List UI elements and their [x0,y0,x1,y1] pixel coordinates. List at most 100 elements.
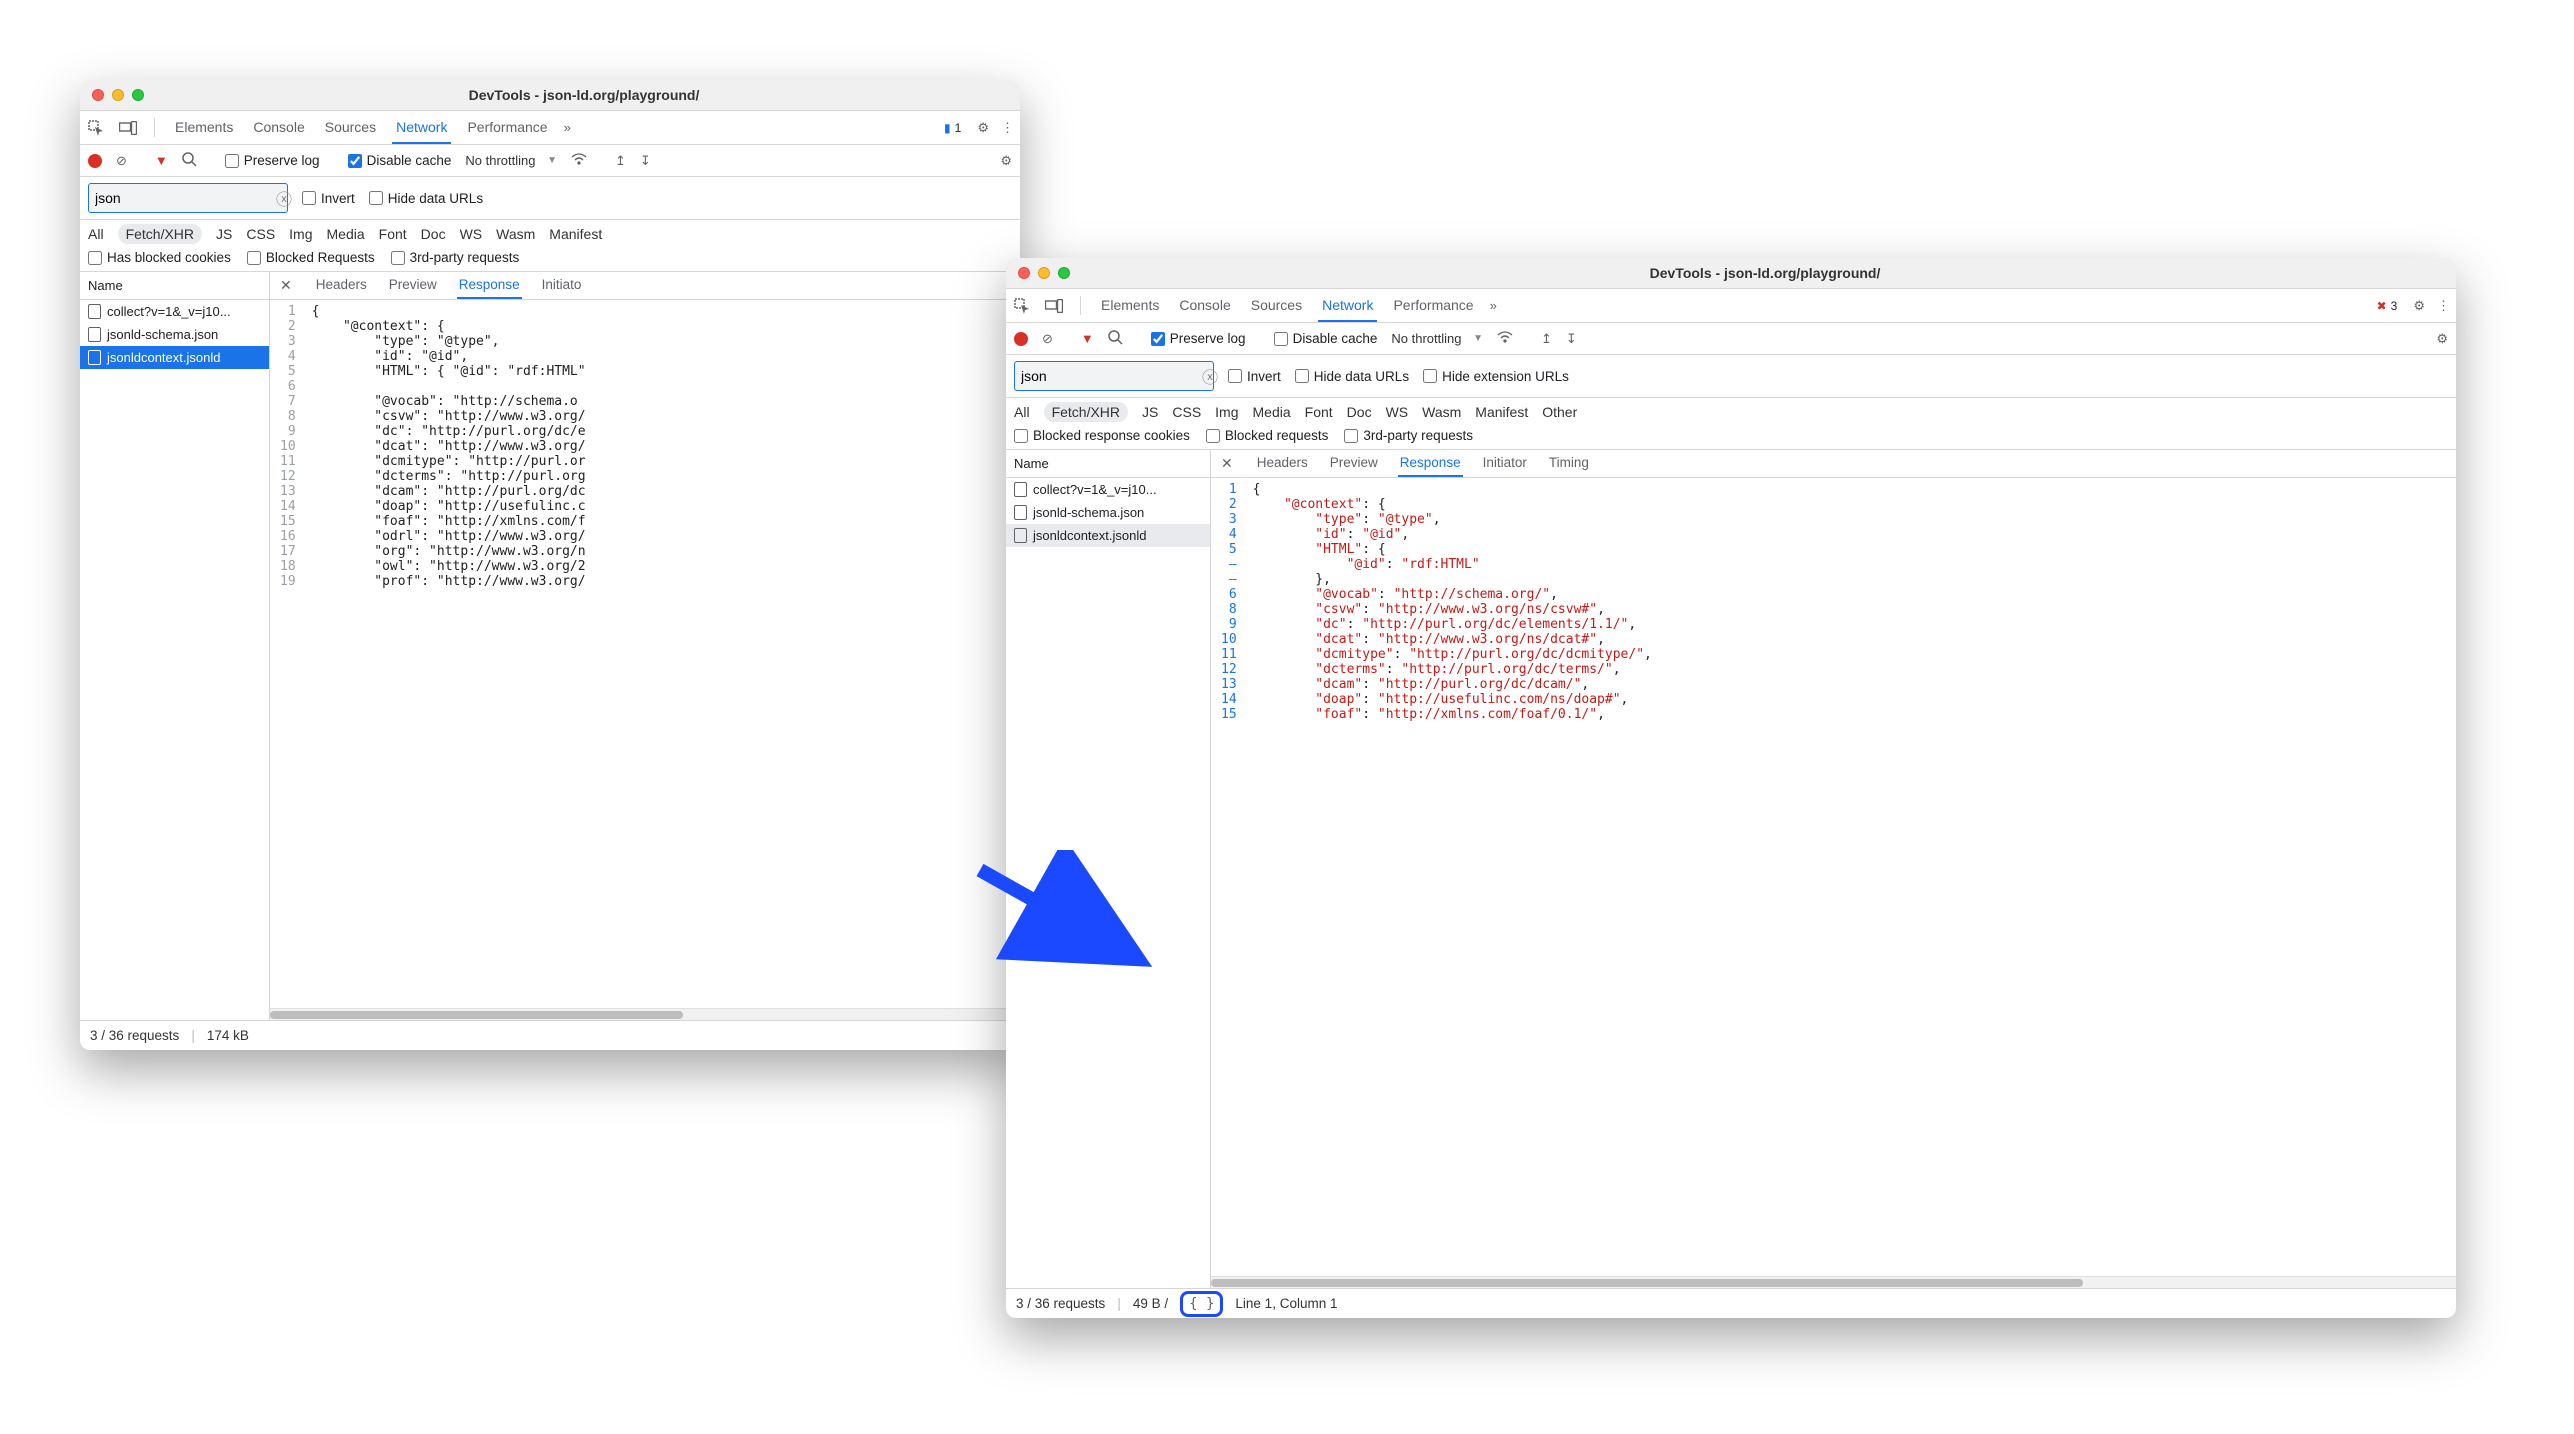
filter-input[interactable]: ⓧ [88,183,288,213]
dtab-initiator[interactable]: Initiato [540,272,584,299]
hide-data-urls-checkbox[interactable]: Hide data URLs [1295,369,1409,384]
preserve-log-checkbox[interactable]: Preserve log [225,153,320,168]
inspect-icon[interactable] [1012,296,1032,316]
dtab-response[interactable]: Response [1398,450,1463,477]
settings-icon[interactable]: ⚙ [977,120,989,136]
type-ws[interactable]: WS [1386,404,1409,420]
minimize-icon[interactable] [1038,267,1050,279]
filter-toggle-icon[interactable]: ▼ [155,153,168,168]
dtab-headers[interactable]: Headers [1255,450,1310,477]
type-css[interactable]: CSS [1172,404,1201,420]
traffic-lights[interactable] [1018,267,1070,279]
record-button[interactable] [88,154,102,168]
clear-filter-icon[interactable]: ⓧ [1202,364,1218,388]
dtab-timing[interactable]: Timing [1547,450,1591,477]
filter-input[interactable]: ⓧ [1014,361,1214,391]
device-toggle-icon[interactable] [118,118,138,138]
name-header[interactable]: Name [80,272,269,300]
tab-performance[interactable]: Performance [463,111,551,144]
type-wasm[interactable]: Wasm [1422,404,1461,420]
network-settings-icon[interactable]: ⚙ [1000,153,1012,169]
disable-cache-checkbox[interactable]: Disable cache [1274,331,1378,346]
h-scrollbar[interactable] [270,1008,1020,1020]
filter-text[interactable] [95,190,276,206]
type-img[interactable]: Img [1215,404,1238,420]
download-icon[interactable]: ↧ [1566,331,1577,347]
dtab-preview[interactable]: Preview [1328,450,1380,477]
type-font[interactable]: Font [379,226,407,242]
menu-icon[interactable]: ⋮ [1001,120,1014,136]
tab-sources[interactable]: Sources [1247,289,1306,322]
blocked-response-cookies-checkbox[interactable]: Blocked response cookies [1014,428,1190,443]
clear-icon[interactable]: ⊘ [116,153,127,169]
type-ws[interactable]: WS [460,226,483,242]
type-doc[interactable]: Doc [1347,404,1372,420]
invert-checkbox[interactable]: Invert [1228,369,1281,384]
menu-icon[interactable]: ⋮ [2437,298,2450,314]
device-toggle-icon[interactable] [1044,296,1064,316]
code-content[interactable]: { "@context": { "type": "@type", "id": "… [1245,478,2456,1276]
close-icon[interactable] [1018,267,1030,279]
type-all[interactable]: All [88,226,104,242]
tab-performance[interactable]: Performance [1389,289,1477,322]
request-row[interactable]: jsonld-schema.json [80,323,269,346]
hide-extension-urls-checkbox[interactable]: Hide extension URLs [1423,369,1569,384]
tab-network[interactable]: Network [1318,289,1377,322]
traffic-lights[interactable] [92,89,144,101]
inspect-icon[interactable] [86,118,106,138]
type-media[interactable]: Media [1253,404,1291,420]
maximize-icon[interactable] [1058,267,1070,279]
type-manifest[interactable]: Manifest [549,226,602,242]
request-row[interactable]: collect?v=1&_v=j10... [80,300,269,323]
maximize-icon[interactable] [132,89,144,101]
close-detail-icon[interactable]: ✕ [276,277,296,294]
issues-badge[interactable]: ▮1 [940,121,965,135]
tab-console[interactable]: Console [1175,289,1234,322]
more-tabs-icon[interactable]: » [564,120,571,135]
dtab-headers[interactable]: Headers [314,272,369,299]
upload-icon[interactable]: ↥ [1541,331,1552,347]
request-row[interactable]: collect?v=1&_v=j10... [1006,478,1210,501]
blocked-requests-checkbox[interactable]: Blocked Requests [247,250,375,265]
dtab-initiator[interactable]: Initiator [1481,450,1529,477]
preserve-log-checkbox[interactable]: Preserve log [1151,331,1246,346]
type-fetch-xhr[interactable]: Fetch/XHR [118,224,202,244]
request-row[interactable]: jsonldcontext.jsonld [1006,524,1210,547]
tab-network[interactable]: Network [392,111,451,144]
request-row[interactable]: jsonld-schema.json [1006,501,1210,524]
request-row[interactable]: jsonldcontext.jsonld [80,346,269,369]
type-doc[interactable]: Doc [421,226,446,242]
type-img[interactable]: Img [289,226,312,242]
type-js[interactable]: JS [216,226,232,242]
errors-badge[interactable]: ✖3 [2373,299,2402,313]
search-icon[interactable] [182,152,197,170]
settings-icon[interactable]: ⚙ [2413,298,2425,314]
more-tabs-icon[interactable]: » [1490,298,1497,313]
throttling-select[interactable]: No throttling ▼ [465,153,557,168]
blocked-requests-checkbox[interactable]: Blocked requests [1206,428,1329,443]
type-css[interactable]: CSS [246,226,275,242]
type-wasm[interactable]: Wasm [496,226,535,242]
tab-elements[interactable]: Elements [1097,289,1163,322]
wifi-icon[interactable] [571,153,587,168]
hide-data-urls-checkbox[interactable]: Hide data URLs [369,191,483,206]
clear-icon[interactable]: ⊘ [1042,331,1053,347]
has-blocked-cookies-checkbox[interactable]: Has blocked cookies [88,250,231,265]
third-party-checkbox[interactable]: 3rd-party requests [1344,428,1473,443]
type-all[interactable]: All [1014,404,1030,420]
disable-cache-checkbox[interactable]: Disable cache [348,153,452,168]
response-body[interactable]: 1 2 3 4 5 6 7 8 9 10 11 12 13 14 15 16 1… [270,300,1020,1008]
pretty-print-button[interactable]: { } [1180,1291,1223,1317]
type-other[interactable]: Other [1542,404,1577,420]
type-font[interactable]: Font [1305,404,1333,420]
dtab-response[interactable]: Response [457,272,522,299]
type-js[interactable]: JS [1142,404,1158,420]
filter-text[interactable] [1021,368,1202,384]
name-header[interactable]: Name [1006,450,1210,478]
h-scrollbar[interactable] [1211,1276,2456,1288]
record-button[interactable] [1014,332,1028,346]
tab-elements[interactable]: Elements [171,111,237,144]
throttling-select[interactable]: No throttling ▼ [1391,331,1483,346]
dtab-preview[interactable]: Preview [387,272,439,299]
clear-filter-icon[interactable]: ⓧ [276,186,292,210]
